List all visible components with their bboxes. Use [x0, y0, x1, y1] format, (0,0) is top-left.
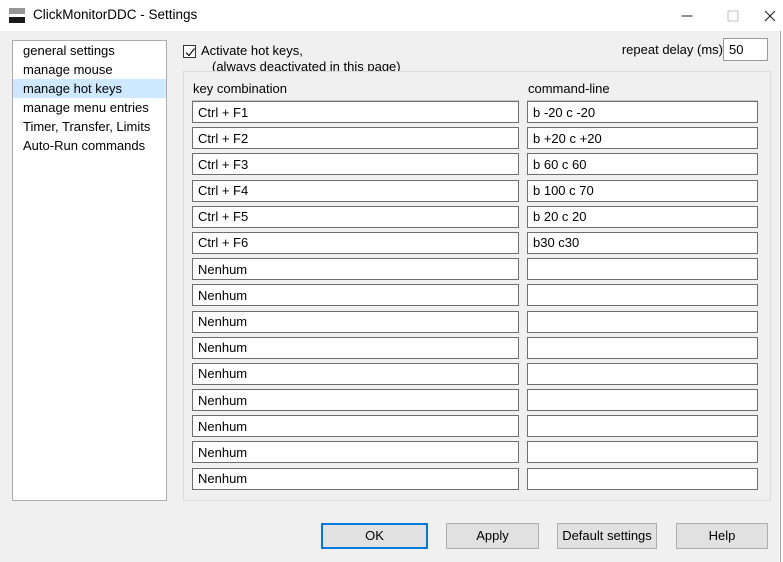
ok-button[interactable]: OK: [321, 523, 428, 549]
maximize-icon[interactable]: [710, 0, 756, 31]
command-line-input[interactable]: [527, 205, 758, 228]
table-row: [184, 389, 770, 415]
minimize-icon[interactable]: [664, 0, 710, 31]
command-line-input[interactable]: [527, 127, 758, 150]
hotkeys-panel: key combination command-line: [183, 71, 771, 501]
activate-hotkeys-checkbox[interactable]: [183, 45, 196, 58]
checkmark-icon: [185, 48, 195, 57]
command-line-input[interactable]: [527, 310, 758, 333]
sidebar-item-label: manage menu entries: [23, 100, 149, 115]
key-combination-input[interactable]: [192, 231, 519, 254]
key-combination-input[interactable]: [192, 415, 519, 438]
key-combination-input[interactable]: [192, 258, 519, 281]
key-combination-input[interactable]: [192, 441, 519, 464]
sidebar-item-label: general settings: [23, 43, 115, 58]
key-combination-input[interactable]: [192, 205, 519, 228]
sidebar-item-label: Timer, Transfer, Limits: [23, 119, 151, 134]
command-line-input[interactable]: [527, 284, 758, 307]
key-combination-input[interactable]: [192, 101, 519, 123]
table-row: [184, 362, 770, 389]
command-line-input[interactable]: [527, 441, 758, 464]
repeat-delay-input[interactable]: [723, 38, 768, 61]
title-bar: ClickMonitorDDC - Settings: [0, 0, 783, 31]
command-line-input[interactable]: [527, 415, 758, 438]
key-combination-input[interactable]: [192, 336, 519, 359]
table-row: [184, 415, 770, 441]
table-row: [184, 258, 770, 284]
column-header-command-line: command-line: [528, 81, 610, 96]
settings-window: ClickMonitorDDC - Settings general setti…: [0, 0, 783, 562]
sidebar-item-auto-run-commands[interactable]: Auto-Run commands: [13, 136, 166, 155]
table-row: [184, 205, 770, 232]
key-combination-input[interactable]: [192, 467, 519, 490]
command-line-input[interactable]: [527, 258, 758, 281]
table-row: [184, 336, 770, 363]
window-title: ClickMonitorDDC - Settings: [33, 7, 198, 22]
table-row: [184, 179, 770, 206]
sidebar-item-manage-hot-keys[interactable]: manage hot keys: [13, 79, 166, 98]
command-line-input[interactable]: [527, 153, 758, 176]
table-row: [184, 101, 770, 127]
key-combination-input[interactable]: [192, 179, 519, 202]
repeat-delay-label: repeat delay (ms): [621, 42, 723, 57]
hotkey-rows: [184, 101, 770, 494]
sidebar-item-general-settings[interactable]: general settings: [13, 41, 166, 60]
sidebar-item-label: manage hot keys: [23, 81, 123, 96]
command-line-input[interactable]: [527, 467, 758, 490]
table-row: [184, 441, 770, 467]
key-combination-input[interactable]: [192, 127, 519, 150]
command-line-input[interactable]: [527, 336, 758, 359]
key-combination-input[interactable]: [192, 310, 519, 333]
command-line-input[interactable]: [527, 101, 758, 123]
settings-category-list[interactable]: general settings manage mouse manage hot…: [12, 40, 167, 501]
column-header-key-combination: key combination: [193, 81, 287, 96]
table-row: [184, 467, 770, 494]
sidebar-item-label: Auto-Run commands: [23, 138, 146, 153]
command-line-input[interactable]: [527, 389, 758, 412]
command-line-input[interactable]: [527, 231, 758, 254]
default-settings-button[interactable]: Default settings: [557, 523, 657, 549]
command-line-input[interactable]: [527, 179, 758, 202]
activate-hotkeys-line1: Activate hot keys,: [201, 43, 303, 58]
table-row: [184, 284, 770, 310]
table-row: [184, 153, 770, 179]
sidebar-item-manage-menu-entries[interactable]: manage menu entries: [13, 98, 166, 117]
key-combination-input[interactable]: [192, 153, 519, 176]
key-combination-input[interactable]: [192, 362, 519, 385]
table-row: [184, 127, 770, 153]
sidebar-item-label: manage mouse: [23, 62, 113, 77]
monitor-icon: [9, 8, 25, 23]
table-row: [184, 310, 770, 337]
key-combination-input[interactable]: [192, 389, 519, 412]
window-right-border: [780, 31, 781, 562]
command-line-input[interactable]: [527, 362, 758, 385]
apply-button[interactable]: Apply: [446, 523, 539, 549]
table-row: [184, 231, 770, 258]
help-button[interactable]: Help: [676, 523, 768, 549]
sidebar-item-timer-transfer-limits[interactable]: Timer, Transfer, Limits: [13, 117, 166, 136]
sidebar-item-manage-mouse[interactable]: manage mouse: [13, 60, 166, 79]
key-combination-input[interactable]: [192, 284, 519, 307]
